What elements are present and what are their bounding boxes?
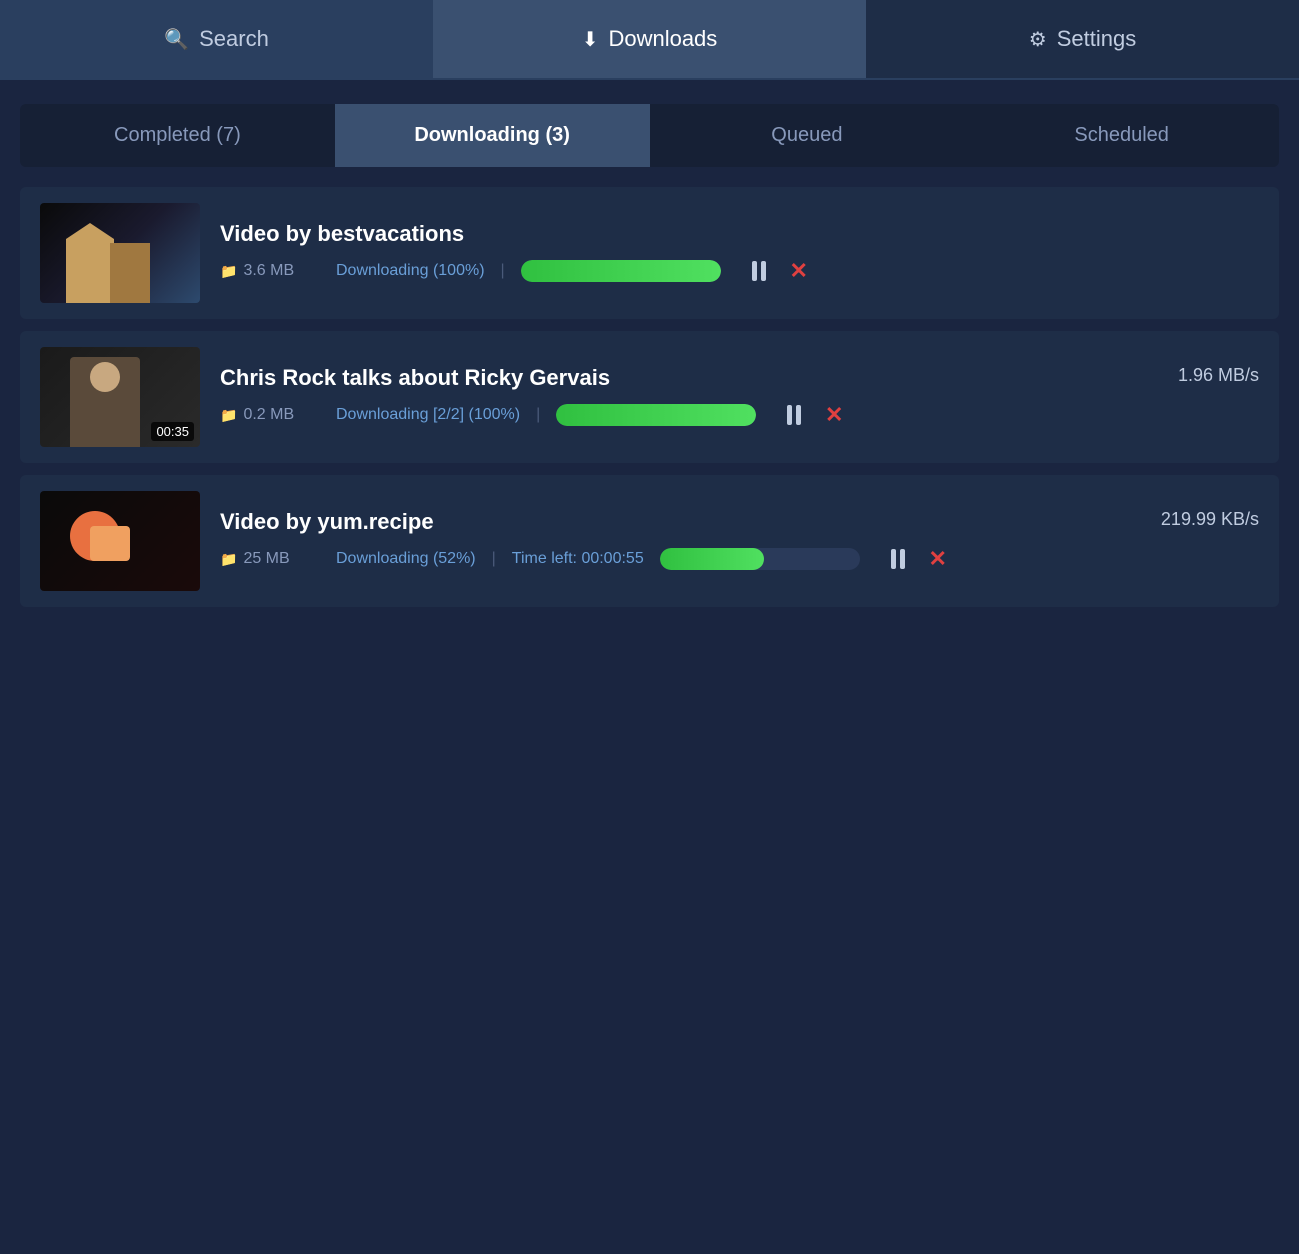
thumbnail: [40, 491, 200, 591]
nav-search[interactable]: 🔍 Search: [0, 0, 433, 78]
close-button[interactable]: ✕: [924, 545, 952, 573]
nav-downloads-label: Downloads: [608, 26, 717, 52]
nav-settings-label: Settings: [1057, 26, 1137, 52]
download-item: 00:35 Chris Rock talks about Ricky Gerva…: [20, 331, 1279, 463]
pause-icon: [752, 261, 766, 281]
item-actions: ✕: [745, 257, 813, 285]
tab-scheduled[interactable]: Scheduled: [964, 104, 1279, 167]
nav-bar: 🔍 Search ⬇ Downloads ⚙ Settings: [0, 0, 1299, 80]
status-text: Downloading (52%): [336, 550, 476, 568]
item-header: Chris Rock talks about Ricky Gervais 1.9…: [220, 365, 1259, 391]
downloads-icon: ⬇: [582, 27, 599, 52]
progress-bar: [660, 548, 860, 570]
close-button[interactable]: ✕: [820, 401, 848, 429]
tab-queued[interactable]: Queued: [650, 104, 965, 167]
file-size: 📁 0.2 MB: [220, 406, 320, 424]
progress-fill: [521, 260, 721, 282]
pause-icon: [891, 549, 905, 569]
close-button[interactable]: ✕: [785, 257, 813, 285]
item-speed: 1.96 MB/s: [1178, 365, 1259, 386]
folder-icon: 📁: [220, 263, 237, 280]
item-speed: 219.99 KB/s: [1161, 509, 1259, 530]
item-info: Chris Rock talks about Ricky Gervais 1.9…: [220, 365, 1259, 429]
item-title: Video by bestvacations: [220, 221, 464, 247]
download-item: Video by yum.recipe 219.99 KB/s 📁 25 MB …: [20, 475, 1279, 607]
folder-icon: 📁: [220, 551, 237, 568]
separator: |: [492, 550, 496, 568]
item-row: 📁 3.6 MB Downloading (100%) | ✕: [220, 257, 1259, 285]
tab-completed[interactable]: Completed (7): [20, 104, 335, 167]
pause-button[interactable]: [745, 257, 773, 285]
nav-settings[interactable]: ⚙ Settings: [866, 0, 1299, 78]
item-actions: ✕: [780, 401, 848, 429]
item-info: Video by yum.recipe 219.99 KB/s 📁 25 MB …: [220, 509, 1259, 573]
file-size: 📁 25 MB: [220, 550, 320, 568]
file-size: 📁 3.6 MB: [220, 262, 320, 280]
downloads-list: Video by bestvacations 📁 3.6 MB Download…: [0, 187, 1299, 607]
thumbnail: 00:35: [40, 347, 200, 447]
pause-button[interactable]: [780, 401, 808, 429]
item-title: Video by yum.recipe: [220, 509, 434, 535]
progress-bar: [556, 404, 756, 426]
tab-downloading[interactable]: Downloading (3): [335, 104, 650, 167]
download-item: Video by bestvacations 📁 3.6 MB Download…: [20, 187, 1279, 319]
time-left: Time left: 00:00:55: [512, 550, 644, 568]
status-text: Downloading (100%): [336, 262, 485, 280]
item-info: Video by bestvacations 📁 3.6 MB Download…: [220, 221, 1259, 285]
duration-badge: 00:35: [151, 422, 194, 441]
separator: |: [501, 262, 505, 280]
folder-icon: 📁: [220, 407, 237, 424]
progress-bar: [521, 260, 721, 282]
pause-icon: [787, 405, 801, 425]
thumbnail: [40, 203, 200, 303]
item-row: 📁 25 MB Downloading (52%) | Time left: 0…: [220, 545, 1259, 573]
settings-icon: ⚙: [1029, 27, 1047, 52]
item-actions: ✕: [884, 545, 952, 573]
status-text: Downloading [2/2] (100%): [336, 406, 520, 424]
separator: |: [536, 406, 540, 424]
item-header: Video by yum.recipe 219.99 KB/s: [220, 509, 1259, 535]
pause-button[interactable]: [884, 545, 912, 573]
item-header: Video by bestvacations: [220, 221, 1259, 247]
progress-fill: [556, 404, 756, 426]
progress-fill: [660, 548, 764, 570]
nav-search-label: Search: [199, 26, 269, 52]
tab-bar: Completed (7) Downloading (3) Queued Sch…: [20, 104, 1279, 167]
search-icon: 🔍: [164, 27, 189, 52]
item-row: 📁 0.2 MB Downloading [2/2] (100%) | ✕: [220, 401, 1259, 429]
item-title: Chris Rock talks about Ricky Gervais: [220, 365, 610, 391]
nav-downloads[interactable]: ⬇ Downloads: [433, 0, 866, 78]
